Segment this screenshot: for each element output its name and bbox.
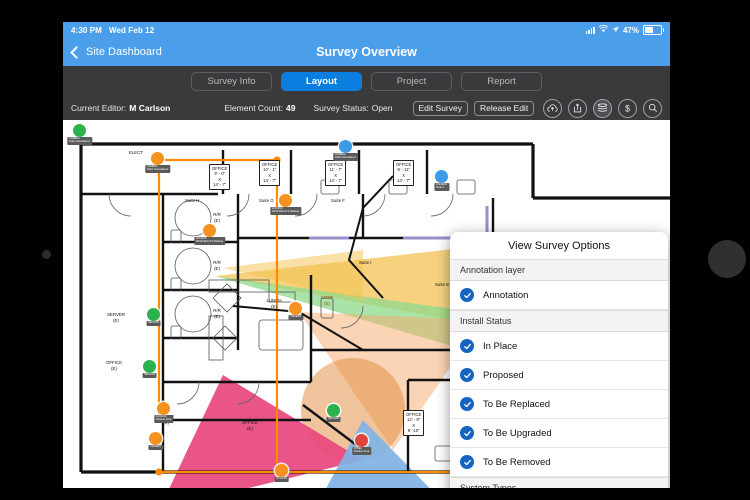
view-survey-options-popover: View Survey Options Annotation layer Ann… [450,232,668,488]
checkmark-icon[interactable] [460,426,474,440]
location-arrow-icon [612,25,619,35]
device-marker[interactable]: SENSOR [326,404,341,422]
dimension-box: OFFICE 9' - 11" X 14' - 7" [393,160,415,186]
device-screen: 4:30 PM Wed Feb 12 47% Site Dashboard Su… [63,22,670,488]
device-marker[interactable]: CAMERA Video Surveillance [332,140,359,161]
popover-title: View Survey Options [508,240,610,252]
option-label: To Be Replaced [483,398,551,410]
device-marker[interactable]: PANEL Outdoor Area [351,434,372,455]
dimension-box: OFFICE 10' - 1" X 14' - 7" [259,160,281,186]
section-header-annotation-layer: Annotation layer [450,259,668,281]
release-edit-button[interactable]: Release Edit [473,100,535,116]
device-marker[interactable]: SENSOR [146,308,161,326]
checkmark-icon[interactable] [460,288,474,302]
search-icon[interactable] [643,98,662,118]
section-header-system-types: System Types [450,477,668,488]
chevron-left-icon [70,45,83,59]
room-label: R/R (E) [213,212,221,223]
toolbar-icon-group: $ [543,98,662,118]
room-label: LUNCH (E) [266,298,282,309]
status-date: Wed Feb 12 [108,25,155,35]
suite-label: Suite H [185,198,200,203]
option-label: In Place [483,340,518,352]
cloud-upload-icon[interactable] [543,98,562,118]
room-label: CONF (E) [320,295,334,306]
back-button-label: Site Dashboard [86,46,162,58]
option-row-to-be-upgraded[interactable]: To Be Upgraded [450,419,668,448]
battery-percent: 47% [622,25,639,35]
option-row-to-be-replaced[interactable]: To Be Replaced [450,390,668,419]
svg-text:$: $ [625,103,630,113]
device-marker[interactable]: ACCESS RATE RELAYS Railway [269,194,302,215]
option-row-in-place[interactable]: In Place [450,332,668,361]
room-label: OFFICE(E) [105,360,123,371]
status-time: 4:30 PM [71,25,102,35]
segmented-control: Survey Info Layout Project Report [63,66,670,96]
dimension-box: OFFICE 9' - 0" X 14' - 7" [209,164,231,190]
tab-layout[interactable]: Layout [281,71,362,91]
device-marker[interactable]: CAMERA Suite F [433,170,450,191]
device-marker[interactable]: CAMERA Video Surveillance [66,124,93,145]
edit-survey-button[interactable]: Edit Survey [412,100,468,116]
room-label: R/R (E) [213,308,221,319]
option-row-proposed[interactable]: Proposed [450,361,668,390]
layers-icon[interactable] [593,98,612,118]
element-count-label: Element Count: [224,103,283,113]
device-marker[interactable]: ACCESS Outdoor Area [153,402,174,423]
suite-label: Suite I [359,260,372,265]
current-editor-value: M Carlson [129,103,171,113]
room-label: OFFICE(E) [241,420,259,431]
device-marker[interactable]: ACCESS RATE RELAYS Railway [193,224,226,245]
checkmark-icon[interactable] [460,455,474,469]
section-header-install-status: Install Status [450,310,668,332]
front-camera-icon [42,250,51,259]
checkmark-icon[interactable] [460,397,474,411]
status-badge: Open [371,103,393,113]
option-row-annotation[interactable]: Annotation [450,281,668,310]
dimension-box: OFFICE 12' - 9" X 9' -10" [403,410,425,436]
share-icon[interactable] [568,98,587,118]
element-count-value: 49 [285,103,296,113]
battery-icon [643,25,664,35]
survey-toolbar: Current Editor: M Carlson Element Count:… [63,96,670,120]
checkmark-icon[interactable] [460,339,474,353]
tab-survey-info[interactable]: Survey Info [191,71,272,91]
suite-label: Suite F [331,198,345,203]
room-label: R/R (E) [213,260,221,271]
checkmark-icon[interactable] [460,368,474,382]
tablet-device: 4:30 PM Wed Feb 12 47% Site Dashboard Su… [18,8,746,492]
floorplan-canvas[interactable]: ELECT R/R (E) R/R (E) R/R (E) SERVER (E) LUN… [63,120,670,488]
back-button[interactable]: Site Dashboard [63,45,162,59]
wifi-icon [598,24,609,35]
room-label: SERVER (E) [107,312,125,323]
option-label: Annotation [483,289,529,301]
option-row-to-be-removed[interactable]: To Be Removed [450,448,668,477]
cellular-signal-icon [585,26,595,34]
home-button[interactable] [708,240,746,278]
dollar-icon[interactable]: $ [618,98,637,118]
screenshot-root: 4:30 PM Wed Feb 12 47% Site Dashboard Su… [0,0,750,500]
survey-status-label: Survey Status: [313,103,369,113]
device-marker[interactable]: CAMERA Video Surveillance [144,152,171,173]
navigation-bar: Site Dashboard Survey Overview [63,38,670,66]
room-label: ELECT [128,150,144,155]
option-label: Proposed [483,369,524,381]
option-label: To Be Upgraded [483,427,552,439]
tab-report[interactable]: Report [461,71,542,91]
dimension-box: OFFICE 11' - 7" X 14' - 7" [325,160,347,186]
current-editor-label: Current Editor: [71,103,127,113]
device-marker[interactable]: CAMERA [147,432,164,450]
option-label: To Be Removed [483,456,551,468]
device-marker[interactable]: CAMERA [287,302,304,320]
device-marker[interactable]: ACCESS [274,464,289,482]
status-bar: 4:30 PM Wed Feb 12 47% [63,22,670,38]
device-marker[interactable]: SENSOR [142,360,157,378]
tab-project[interactable]: Project [371,71,452,91]
